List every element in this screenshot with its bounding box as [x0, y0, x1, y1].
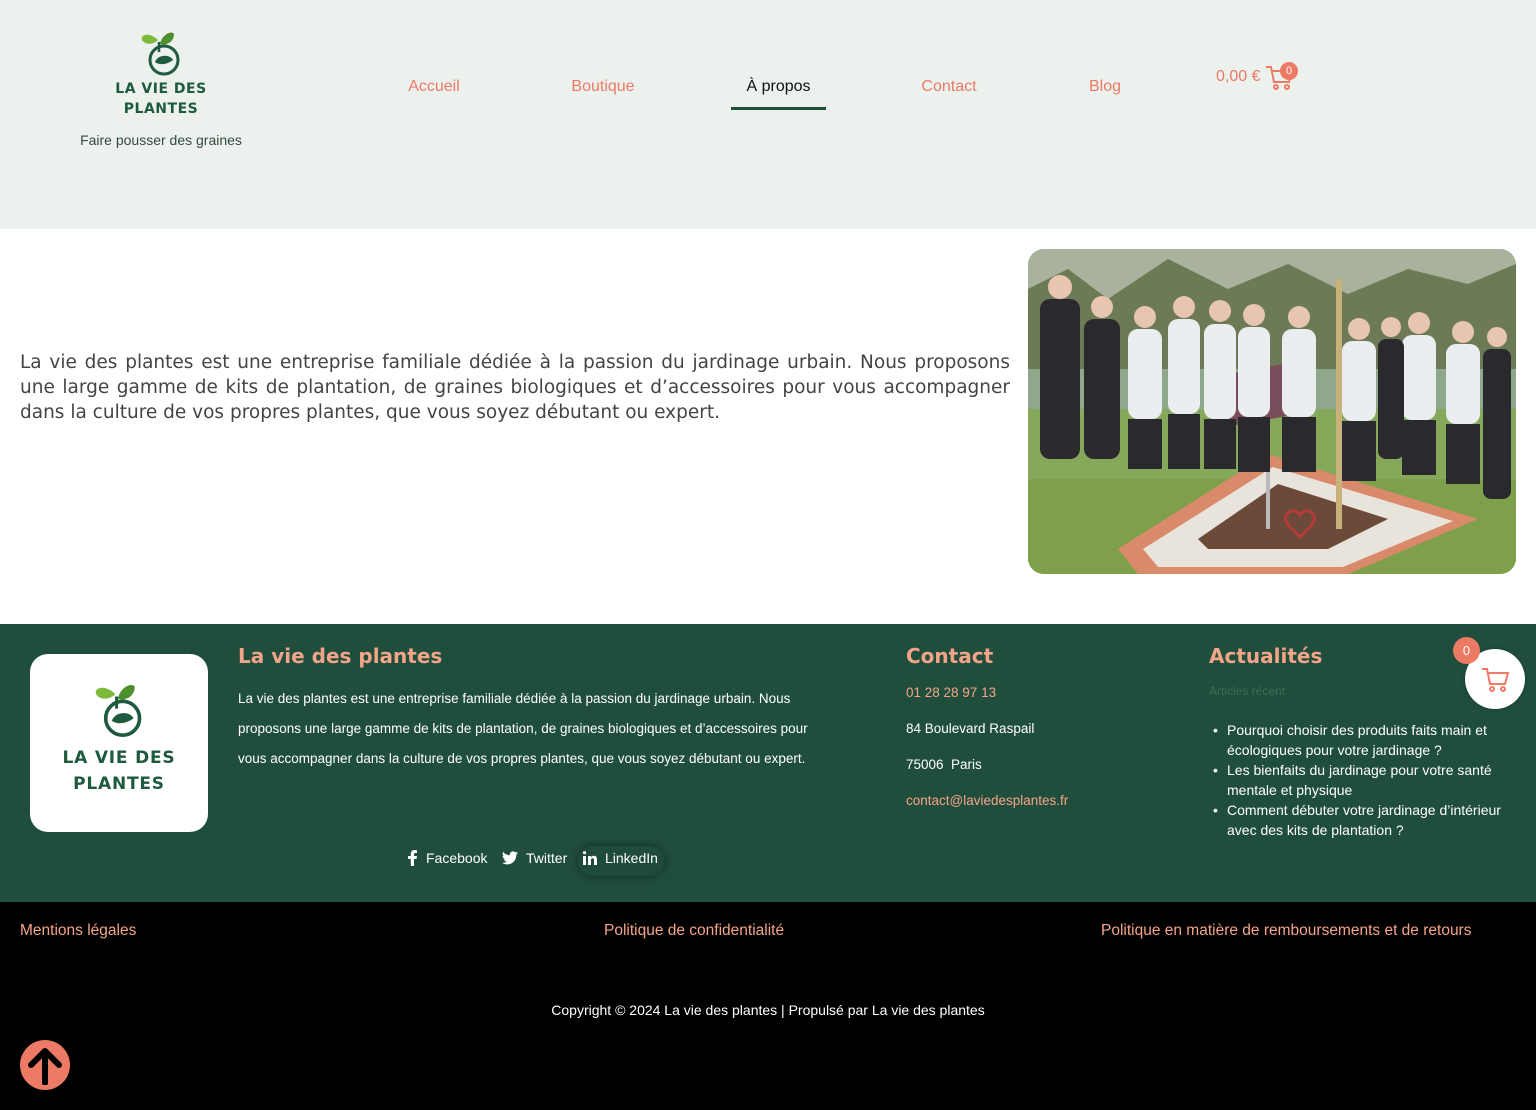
- phone-link[interactable]: 01 28 28 97 13: [906, 685, 996, 700]
- copyright-text: Copyright © 2024 La vie des plantes | Pr…: [551, 1002, 985, 1018]
- twitter-link[interactable]: Twitter: [502, 850, 567, 866]
- article-link[interactable]: Pourquoi choisir des produits faits main…: [1213, 720, 1513, 760]
- cart-count-badge: 0: [1280, 62, 1298, 80]
- email-link[interactable]: contact@laviedesplantes.fr: [906, 793, 1068, 808]
- twitter-label: Twitter: [526, 850, 568, 866]
- logo-line-1: LA VIE DES: [115, 81, 207, 97]
- nav-accueil[interactable]: Accueil: [398, 70, 470, 110]
- nav-contact[interactable]: Contact: [912, 70, 986, 110]
- team-photo-image: [1028, 249, 1516, 574]
- address-line-1: 84 Boulevard Raspail: [906, 721, 1035, 736]
- linkedin-label: LinkedIn: [605, 850, 658, 866]
- facebook-icon: [408, 850, 417, 866]
- article-link[interactable]: Comment débuter votre jardinage d’intéri…: [1213, 800, 1513, 840]
- header-cart[interactable]: 0,00 € 0: [1216, 62, 1298, 92]
- footer-about-title: La vie des plantes: [238, 644, 443, 668]
- footer-logo[interactable]: LA VIE DES PLANTES: [30, 654, 208, 832]
- floating-cart-count-badge: 0: [1453, 637, 1480, 664]
- site-tagline: Faire pousser des graines: [80, 132, 242, 148]
- twitter-icon: [502, 851, 518, 865]
- refund-policy-link[interactable]: Politique en matière de remboursements e…: [1101, 922, 1471, 940]
- facebook-link[interactable]: Facebook: [406, 850, 487, 866]
- team-photo: [1028, 249, 1516, 574]
- scroll-to-top-button[interactable]: [20, 1040, 70, 1090]
- logo-line-2: PLANTES: [123, 101, 199, 117]
- footer-news-title: Actualités: [1209, 644, 1323, 668]
- site-header: LA VIE DES PLANTES Faire pousser des gra…: [0, 0, 1536, 229]
- legal-notice-link[interactable]: Mentions légales: [20, 922, 136, 940]
- address-line-2: 75006 Paris: [906, 757, 982, 772]
- cart-icon: [1482, 668, 1510, 692]
- linkedin-icon: [583, 851, 597, 865]
- site-footer: LA VIE DES PLANTES La vie des plantes La…: [0, 624, 1536, 902]
- footer-logo-line-1: LA VIE DES: [62, 748, 176, 768]
- site-logo[interactable]: LA VIE DES PLANTES Faire pousser des gra…: [60, 30, 262, 148]
- footer-logo-line-2: PLANTES: [73, 774, 165, 794]
- article-link[interactable]: Les bienfaits du jardinage pour votre sa…: [1213, 760, 1513, 800]
- footer-contact-title: Contact: [906, 644, 994, 668]
- sprout-logo-icon: [141, 32, 180, 76]
- arrow-up-icon: [28, 1048, 62, 1085]
- recent-articles-label: Articles récent: [1209, 684, 1286, 698]
- sprout-logo-icon: [95, 684, 142, 737]
- privacy-policy-link[interactable]: Politique de confidentialité: [604, 922, 784, 940]
- footer-about-text: La vie des plantes est une entreprise fa…: [238, 691, 808, 766]
- facebook-label: Facebook: [426, 850, 488, 866]
- linkedin-link[interactable]: LinkedIn: [583, 850, 658, 866]
- bottom-bar: Mentions légales Politique de confidenti…: [0, 902, 1536, 1110]
- cart-amount: 0,00 €: [1216, 68, 1261, 85]
- about-intro-text: La vie des plantes est une entreprise fa…: [20, 352, 1010, 423]
- nav-boutique[interactable]: Boutique: [562, 70, 644, 110]
- nav-blog[interactable]: Blog: [1081, 70, 1129, 110]
- nav-a-propos[interactable]: À propos: [731, 70, 826, 110]
- recent-articles-list: Pourquoi choisir des produits faits main…: [1213, 720, 1513, 840]
